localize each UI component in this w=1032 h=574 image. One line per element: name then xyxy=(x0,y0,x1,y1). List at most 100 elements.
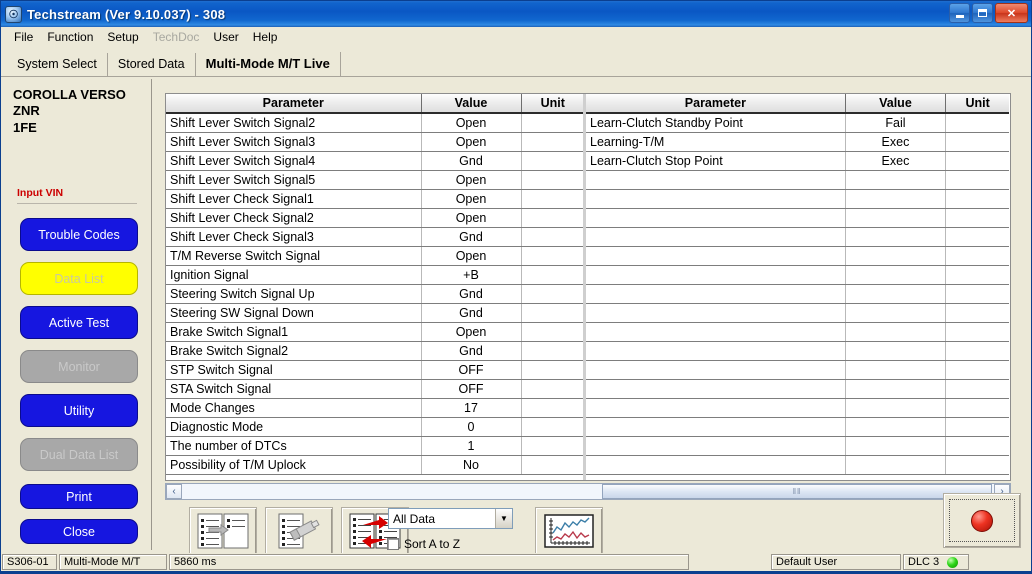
tab-multi-mode-mt-live[interactable]: Multi-Mode M/T Live xyxy=(195,52,341,76)
sidebar-button-close[interactable]: Close xyxy=(20,519,138,544)
horizontal-scrollbar[interactable]: ‹ ‖‖ › xyxy=(165,483,1011,500)
sidebar-button-trouble-codes[interactable]: Trouble Codes xyxy=(20,218,138,251)
cell-value xyxy=(845,341,947,361)
table-row[interactable]: Shift Lever Check Signal3 Gnd xyxy=(166,227,583,247)
cell-unit xyxy=(521,341,583,361)
table-row[interactable]: Diagnostic Mode 0 xyxy=(166,417,583,437)
column-header-parameter[interactable]: Parameter xyxy=(586,94,846,114)
table-row[interactable]: T/M Reverse Switch Signal Open xyxy=(166,246,583,266)
table-row[interactable]: Shift Lever Switch Signal4 Gnd xyxy=(166,151,583,171)
menu-item-setup[interactable]: Setup xyxy=(100,29,145,45)
maximize-button[interactable] xyxy=(972,3,993,23)
close-button[interactable]: ✕ xyxy=(995,3,1028,23)
table-row[interactable] xyxy=(586,398,1009,418)
table-row[interactable]: STP Switch Signal OFF xyxy=(166,360,583,380)
column-header-unit[interactable]: Unit xyxy=(521,94,583,114)
table-row[interactable] xyxy=(586,379,1009,399)
table-row[interactable] xyxy=(586,189,1009,209)
table-row[interactable] xyxy=(586,360,1009,380)
cell-value xyxy=(845,417,947,437)
table-row[interactable]: Brake Switch Signal2 Gnd xyxy=(166,341,583,361)
compare-data-list-button[interactable] xyxy=(189,507,257,555)
table-row[interactable] xyxy=(586,303,1009,323)
table-row[interactable] xyxy=(586,455,1009,475)
sidebar-button-label: Active Test xyxy=(48,315,110,330)
table-row[interactable] xyxy=(586,265,1009,285)
column-header-value[interactable]: Value xyxy=(845,94,947,114)
save-snapshot-button[interactable] xyxy=(265,507,333,555)
table-row[interactable] xyxy=(586,284,1009,304)
column-header-parameter[interactable]: Parameter xyxy=(166,94,422,114)
cell-unit xyxy=(521,208,583,228)
cell-value xyxy=(845,455,947,475)
cell-parameter: Learn-Clutch Stop Point xyxy=(586,151,846,171)
scrollbar-track[interactable]: ‖‖ xyxy=(182,484,994,499)
sidebar-button-data-list[interactable]: Data List xyxy=(20,262,138,295)
table-row[interactable]: Brake Switch Signal1 Open xyxy=(166,322,583,342)
menu-item-help[interactable]: Help xyxy=(246,29,285,45)
table-header-row: Parameter Value Unit xyxy=(166,94,583,114)
menu-item-user[interactable]: User xyxy=(206,29,245,45)
table-row[interactable]: Mode Changes 17 xyxy=(166,398,583,418)
table-row[interactable]: Learn-Clutch Standby Point Fail xyxy=(586,113,1009,133)
status-bar: S306-01 Multi-Mode M/T 5860 ms Default U… xyxy=(2,553,1030,571)
table-row[interactable]: Steering SW Signal Down Gnd xyxy=(166,303,583,323)
table-row[interactable] xyxy=(586,436,1009,456)
cell-unit xyxy=(521,113,583,133)
menu-item-file[interactable]: File xyxy=(7,29,40,45)
cell-parameter xyxy=(586,379,846,399)
sort-a-to-z-checkbox[interactable] xyxy=(387,538,399,550)
table-row[interactable]: Shift Lever Check Signal1 Open xyxy=(166,189,583,209)
table-row[interactable] xyxy=(586,208,1009,228)
table-row[interactable]: Shift Lever Switch Signal5 Open xyxy=(166,170,583,190)
table-row[interactable] xyxy=(586,246,1009,266)
cell-value: OFF xyxy=(421,360,522,380)
sidebar-button-utility[interactable]: Utility xyxy=(20,394,138,427)
cell-parameter xyxy=(586,303,846,323)
column-header-unit[interactable]: Unit xyxy=(945,94,1009,114)
compare-data-list-icon xyxy=(197,513,249,549)
menu-item-function[interactable]: Function xyxy=(40,29,100,45)
table-row[interactable]: Shift Lever Check Signal2 Open xyxy=(166,208,583,228)
cell-value: Open xyxy=(421,113,522,133)
vin-divider xyxy=(17,203,137,204)
cell-value xyxy=(845,208,947,228)
cell-parameter xyxy=(586,227,846,247)
sidebar-button-label: Utility xyxy=(63,403,95,418)
scroll-left-arrow-icon[interactable]: ‹ xyxy=(166,484,182,499)
tab-system-select[interactable]: System Select xyxy=(7,53,108,76)
table-row[interactable]: Shift Lever Switch Signal3 Open xyxy=(166,132,583,152)
table-row[interactable] xyxy=(586,417,1009,437)
table-row[interactable]: Shift Lever Switch Signal2 Open xyxy=(166,113,583,133)
tab-stored-data[interactable]: Stored Data xyxy=(107,53,196,76)
sidebar-button-label: Close xyxy=(63,524,95,539)
sidebar-button-label: Print xyxy=(66,489,92,504)
table-row[interactable]: Possibility of T/M Uplock No xyxy=(166,455,583,475)
graph-view-button[interactable] xyxy=(535,507,603,555)
table-row[interactable] xyxy=(586,341,1009,361)
table-row[interactable] xyxy=(586,227,1009,247)
scrollbar-thumb[interactable]: ‖‖ xyxy=(602,484,992,499)
cell-parameter xyxy=(586,246,846,266)
table-row[interactable]: Steering Switch Signal Up Gnd xyxy=(166,284,583,304)
minimize-icon xyxy=(955,14,964,18)
input-vin-link[interactable]: Input VIN xyxy=(17,187,63,199)
table-row[interactable]: Ignition Signal +B xyxy=(166,265,583,285)
table-row[interactable]: Learning-T/M Exec xyxy=(586,132,1009,152)
minimize-button[interactable] xyxy=(949,3,970,23)
column-header-value[interactable]: Value xyxy=(421,94,522,114)
table-row[interactable] xyxy=(586,322,1009,342)
sidebar-button-print[interactable]: Print xyxy=(20,484,138,509)
sort-a-to-z-row[interactable]: Sort A to Z xyxy=(387,537,460,551)
record-button[interactable] xyxy=(943,493,1021,548)
cell-value: Open xyxy=(421,322,522,342)
cell-unit xyxy=(945,227,1009,247)
table-row[interactable] xyxy=(586,170,1009,190)
table-row[interactable]: The number of DTCs 1 xyxy=(166,436,583,456)
chevron-down-icon[interactable]: ▼ xyxy=(495,509,512,528)
sidebar-button-active-test[interactable]: Active Test xyxy=(20,306,138,339)
table-row[interactable]: STA Switch Signal OFF xyxy=(166,379,583,399)
data-filter-select[interactable]: All Data ▼ xyxy=(388,508,513,529)
table-row[interactable]: Learn-Clutch Stop Point Exec xyxy=(586,151,1009,171)
cell-value: Gnd xyxy=(421,303,522,323)
